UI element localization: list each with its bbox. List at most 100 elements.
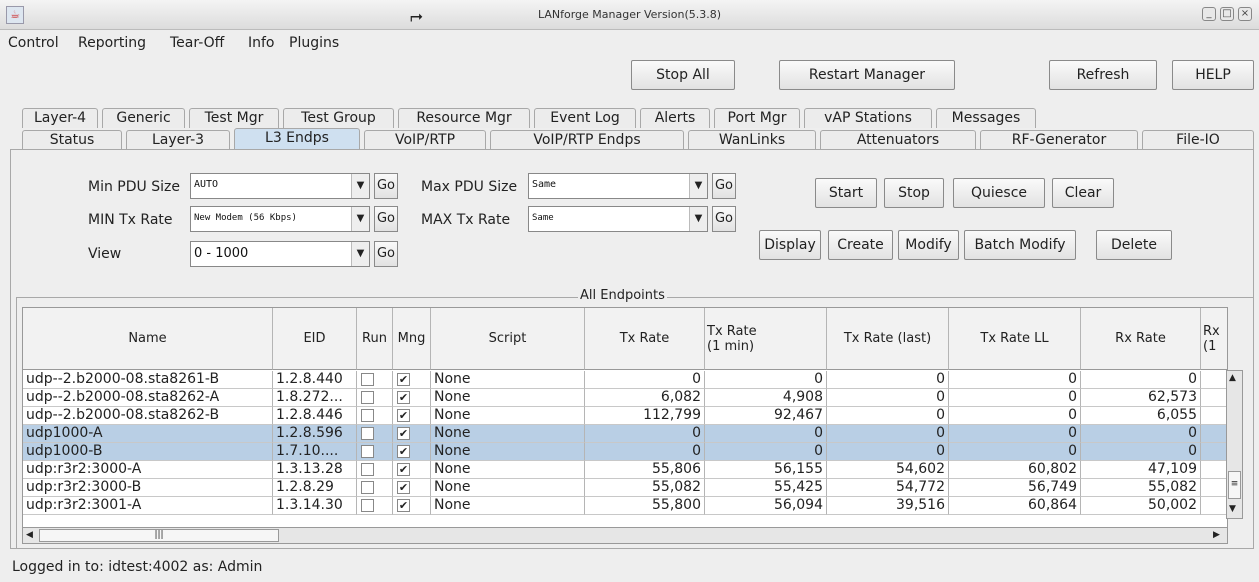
create-button[interactable]: Create [828,230,893,260]
max-tx-select[interactable]: Same ▼ [528,206,708,232]
eid-cell[interactable]: 1.2.8.596 [273,425,357,443]
checkbox[interactable]: ✔ [397,373,410,386]
run-cell[interactable] [357,371,393,389]
eid-cell[interactable]: 1.2.8.446 [273,407,357,425]
checkbox[interactable] [361,499,374,512]
txl-cell[interactable]: 39,516 [827,497,949,515]
help-button[interactable]: HELP [1172,60,1254,90]
eid-cell[interactable]: 1.3.14.30 [273,497,357,515]
tab-event-log[interactable]: Event Log [534,108,636,128]
run-cell[interactable] [357,407,393,425]
tab-l3-endps[interactable]: L3 Endps [234,128,360,150]
column-header-run[interactable]: Run [357,308,393,370]
name-cell[interactable]: udp:r3r2:3001-A [23,497,273,515]
scroll-down-icon[interactable]: ▼ [1229,504,1236,514]
rx-1min-cell[interactable] [1201,371,1227,389]
chevron-down-icon[interactable]: ▼ [689,174,707,198]
rx-1min-cell[interactable] [1201,479,1227,497]
txl-cell[interactable]: 0 [827,371,949,389]
txll-cell[interactable]: 56,749 [949,479,1081,497]
run-cell[interactable] [357,461,393,479]
tx-cell[interactable]: 55,806 [585,461,705,479]
checkbox[interactable]: ✔ [397,499,410,512]
checkbox[interactable]: ✔ [397,427,410,440]
quiesce-button[interactable]: Quiesce [953,178,1045,208]
eid-cell[interactable]: 1.3.13.28 [273,461,357,479]
scroll-right-icon[interactable]: ▶ [1213,530,1220,540]
tab-voip-rtp[interactable]: VoIP/RTP [364,130,486,150]
horizontal-scrollbar[interactable]: ◀ ||| ▶ [22,527,1228,544]
eid-cell[interactable]: 1.2.8.440 [273,371,357,389]
column-header-tx-rate-1min[interactable]: Tx Rate (1 min) [705,308,827,370]
txll-cell[interactable]: 0 [949,443,1081,461]
tab-resource-mgr[interactable]: Resource Mgr [398,108,530,128]
rx-1min-cell[interactable] [1201,389,1227,407]
stop-all-button[interactable]: Stop All [631,60,735,90]
txll-cell[interactable]: 0 [949,407,1081,425]
checkbox[interactable] [361,427,374,440]
column-header-tx-rate-ll[interactable]: Tx Rate LL [949,308,1081,370]
maximize-icon[interactable]: □ [1220,7,1234,21]
run-cell[interactable] [357,497,393,515]
name-cell[interactable]: udp:r3r2:3000-B [23,479,273,497]
checkbox[interactable]: ✔ [397,481,410,494]
minimize-icon[interactable]: _ [1202,7,1216,21]
min-tx-go-button[interactable]: Go [374,206,398,232]
tx-cell[interactable]: 0 [585,371,705,389]
menu-reporting[interactable]: Reporting [78,35,146,51]
tab-test-group[interactable]: Test Group [283,108,394,128]
view-go-button[interactable]: Go [374,241,398,267]
run-cell[interactable] [357,389,393,407]
mng-cell[interactable]: ✔ [393,461,431,479]
table-row[interactable]: udp:r3r2:3000-A 1.3.13.28 ✔ None 55,806 56,15… [23,461,1227,479]
checkbox[interactable]: ✔ [397,391,410,404]
checkbox[interactable] [361,373,374,386]
rx-cell[interactable]: 0 [1081,371,1201,389]
tab-wanlinks[interactable]: WanLinks [688,130,816,150]
view-select[interactable]: 0 - 1000 ▼ [190,241,370,267]
mng-cell[interactable]: ✔ [393,389,431,407]
txl-cell[interactable]: 54,772 [827,479,949,497]
column-header-tx-rate[interactable]: Tx Rate [585,308,705,370]
chevron-down-icon[interactable]: ▼ [351,242,369,266]
rx-cell[interactable]: 6,055 [1081,407,1201,425]
rx-cell[interactable]: 62,573 [1081,389,1201,407]
endpoints-table[interactable]: Name EID Run Mng Script Tx Rate Tx Rate … [22,307,1228,530]
txl-cell[interactable]: 0 [827,425,949,443]
txll-cell[interactable]: 60,864 [949,497,1081,515]
refresh-button[interactable]: Refresh [1049,60,1157,90]
tab-generic[interactable]: Generic [102,108,185,128]
clear-button[interactable]: Clear [1052,178,1114,208]
name-cell[interactable]: udp:r3r2:3000-A [23,461,273,479]
rx-1min-cell[interactable] [1201,407,1227,425]
tab-messages[interactable]: Messages [936,108,1036,128]
scroll-up-icon[interactable]: ▲ [1229,373,1236,383]
txll-cell[interactable]: 0 [949,371,1081,389]
scroll-left-icon[interactable]: ◀ [26,530,33,540]
checkbox[interactable] [361,481,374,494]
tab-attenuators[interactable]: Attenuators [820,130,976,150]
column-header-rx-1min[interactable]: Rx (1 [1201,308,1227,370]
txll-cell[interactable]: 0 [949,425,1081,443]
column-header-name[interactable]: Name [23,308,273,370]
menu-info[interactable]: Info [248,35,275,51]
rx-cell[interactable]: 47,109 [1081,461,1201,479]
scroll-thumb[interactable]: ≡ [1228,471,1241,499]
mng-cell[interactable]: ✔ [393,425,431,443]
name-cell[interactable]: udp--2.b2000-08.sta8262-B [23,407,273,425]
tab-layer-3[interactable]: Layer-3 [126,130,230,150]
table-row[interactable]: udp1000-A 1.2.8.596 ✔ None 0 0 0 0 0 [23,425,1227,443]
max-pdu-go-button[interactable]: Go [712,173,736,199]
mng-cell[interactable]: ✔ [393,407,431,425]
txl-cell[interactable]: 0 [827,407,949,425]
tab-voip-rtp-endps[interactable]: VoIP/RTP Endps [490,130,684,150]
chevron-down-icon[interactable]: ▼ [689,207,707,231]
name-cell[interactable]: udp1000-B [23,443,273,461]
table-row[interactable]: udp:r3r2:3001-A 1.3.14.30 ✔ None 55,800 56,09… [23,497,1227,515]
modify-button[interactable]: Modify [898,230,959,260]
scroll-thumb-horizontal[interactable]: ||| [39,529,279,542]
checkbox[interactable]: ✔ [397,445,410,458]
tx1-cell[interactable]: 0 [705,425,827,443]
checkbox[interactable] [361,409,374,422]
mng-cell[interactable]: ✔ [393,497,431,515]
